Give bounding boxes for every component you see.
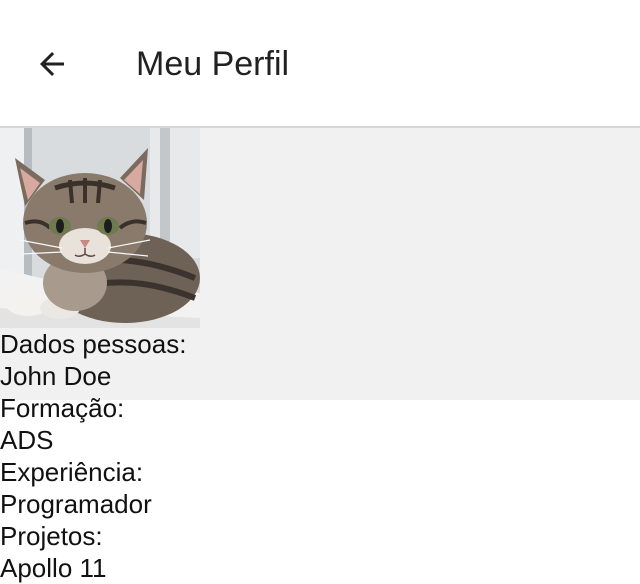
education-value: ADS bbox=[0, 425, 54, 455]
page-title: Meu Perfil bbox=[136, 45, 290, 83]
personal-data-label: Dados pessoas: bbox=[0, 329, 187, 359]
projects-label: Projetos: bbox=[0, 521, 103, 551]
back-button[interactable] bbox=[28, 40, 76, 88]
app-bar: Meu Perfil bbox=[0, 0, 640, 128]
education-label: Formação: bbox=[0, 393, 125, 423]
experience-value: Programador bbox=[0, 489, 152, 519]
experience-label: Experiência: bbox=[0, 457, 144, 487]
arrow-left-icon bbox=[40, 52, 64, 76]
profile-details: Dados pessoas: John Doe Formação: ADS Ex… bbox=[0, 328, 640, 584]
profile-photo bbox=[0, 128, 200, 328]
personal-data-value: John Doe bbox=[0, 361, 112, 391]
projects-value: Apollo 11 bbox=[0, 553, 107, 583]
